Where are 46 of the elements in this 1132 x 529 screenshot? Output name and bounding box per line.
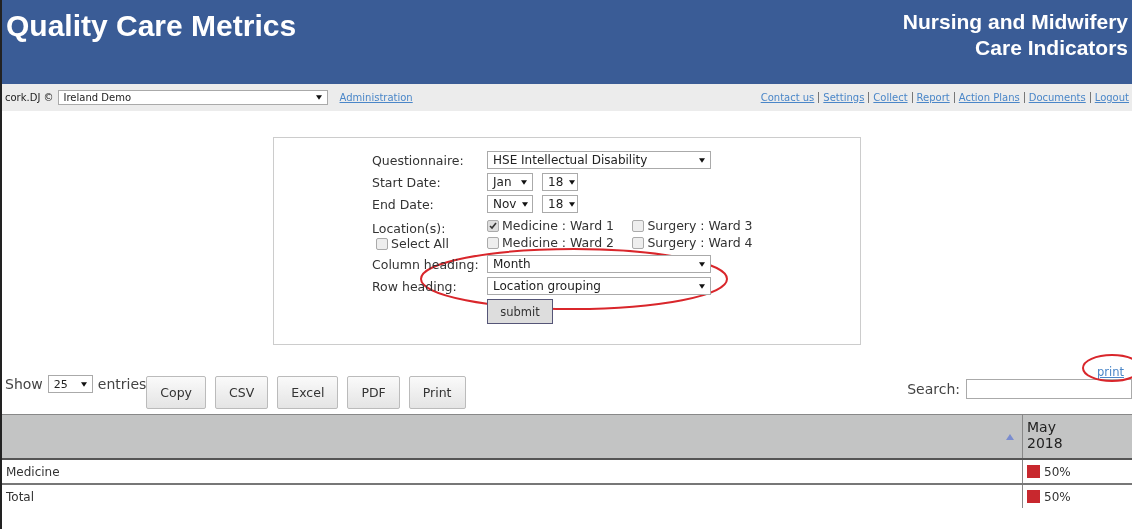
table-cell: 50% [1044, 489, 1071, 504]
field-label: Start Date: [372, 174, 442, 190]
dropdown-caret-icon[interactable] [699, 157, 705, 163]
column-header[interactable]: May 2018 [1022, 415, 1132, 458]
dropdown-caret-icon[interactable] [521, 179, 527, 185]
dropdown-caret-icon[interactable] [699, 283, 705, 289]
user-name: cork.DJ © [5, 92, 54, 103]
export-button[interactable]: Copy [146, 376, 207, 409]
search-label: Search: [907, 381, 960, 397]
column-heading-select[interactable]: Month [487, 255, 711, 273]
dropdown-caret-icon[interactable] [699, 261, 705, 267]
row-heading-select[interactable]: Location grouping [487, 277, 711, 295]
page-size-select[interactable]: 25 [47, 375, 93, 393]
search-field[interactable] [966, 379, 1132, 399]
start-month-select[interactable]: Jan [487, 173, 533, 191]
submit-button[interactable]: submit [487, 299, 553, 324]
field-label: Location(s): [372, 221, 447, 236]
location-checkbox[interactable]: Medicine : Ward 1 [487, 218, 629, 233]
row-label: Medicine [6, 464, 60, 479]
app-subtitle: Nursing and Midwifery Care Indicators [902, 9, 1128, 61]
check-icon [488, 220, 498, 231]
dropdown-caret-icon[interactable] [569, 179, 576, 185]
row-label: Total [6, 489, 35, 504]
organisation-select[interactable]: Ireland Demo [57, 90, 328, 105]
field-label: Questionnaire: [372, 152, 465, 168]
export-button[interactable]: Excel [277, 376, 339, 409]
field-label: End Date: [372, 196, 435, 212]
export-button[interactable]: PDF [347, 376, 400, 409]
export-button[interactable]: Print [408, 376, 466, 409]
app-title: Quality Care Metrics [6, 9, 297, 43]
end-month-select[interactable]: Nov [487, 195, 533, 213]
table-cell: 50% [1044, 464, 1071, 479]
entries-label: entries [97, 376, 147, 392]
location-checkbox[interactable]: Medicine : Ward 2 [487, 235, 629, 250]
dropdown-caret-icon[interactable] [522, 201, 529, 207]
location-checkbox[interactable]: Surgery : Ward 3 [632, 218, 767, 233]
export-button[interactable]: CSV [215, 376, 269, 409]
dropdown-caret-icon[interactable] [80, 381, 87, 387]
dropdown-caret-icon[interactable] [315, 95, 322, 100]
start-year-select[interactable]: 18 [542, 173, 578, 191]
show-label: Show [5, 376, 43, 392]
select-all-checkbox[interactable]: Select All [376, 236, 487, 251]
questionnaire-select[interactable]: HSE Intellectual Disability [487, 151, 711, 169]
end-year-select[interactable]: 18 [542, 195, 578, 213]
location-checkbox[interactable]: Surgery : Ward 4 [632, 235, 767, 250]
dropdown-caret-icon[interactable] [569, 201, 576, 207]
